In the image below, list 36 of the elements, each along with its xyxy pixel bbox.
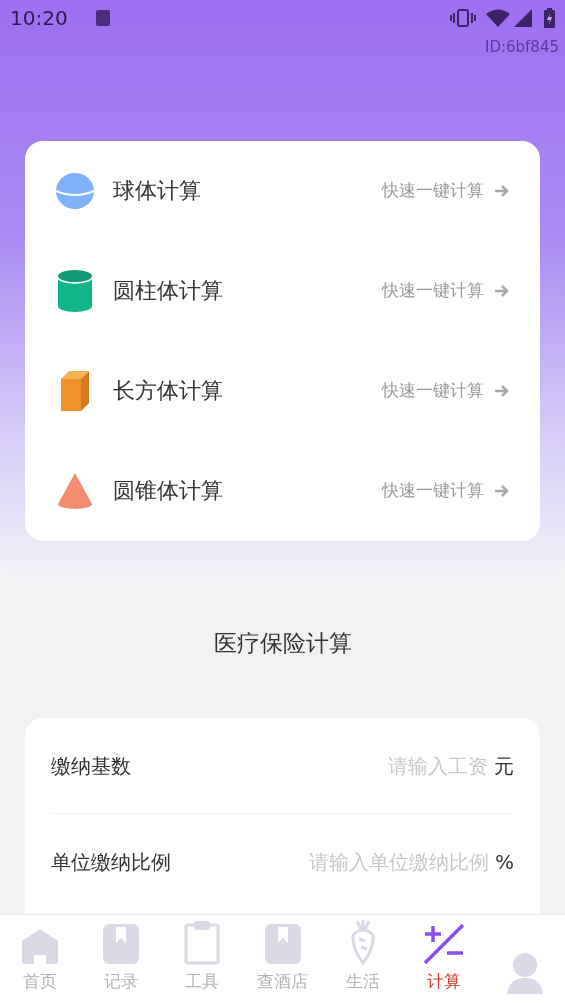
cylinder-icon	[55, 268, 95, 313]
nav-tab[interactable]: 计算	[403, 915, 485, 1004]
quick-calc-label: 快速一键计算	[382, 378, 484, 402]
quick-calc-label: 快速一键计算	[382, 178, 484, 202]
id-label: ID:6bf845	[485, 37, 559, 58]
arrow-right-icon	[494, 283, 510, 298]
shape-title: 长方体计算	[113, 377, 223, 405]
clipboard-icon	[183, 918, 220, 965]
battery-icon	[544, 8, 555, 28]
shape-title: 圆柱体计算	[113, 277, 223, 305]
shape-title: 圆锥体计算	[113, 477, 223, 505]
shape-row[interactable]: 圆柱体计算 快速一键计算	[25, 240, 540, 341]
section-title: 医疗保险计算	[213, 628, 352, 658]
vibrate-icon	[450, 9, 476, 27]
bookmark-icon	[102, 922, 141, 965]
wifi-icon	[486, 9, 510, 27]
unit-label: 元	[494, 752, 514, 780]
status-time: 10:20	[10, 5, 68, 32]
field-label: 单位缴纳比例	[51, 849, 171, 876]
shape-title: 球体计算	[113, 177, 201, 205]
arrow-right-icon	[494, 183, 510, 198]
quick-calc-label: 快速一键计算	[382, 278, 484, 302]
unit-label: %	[495, 849, 514, 876]
signal-icon	[514, 9, 532, 27]
bookmark-icon	[263, 922, 302, 965]
shape-row[interactable]: 长方体计算 快速一键计算	[25, 340, 540, 441]
arrow-right-icon	[494, 483, 510, 498]
shape-row[interactable]: 球体计算 快速一键计算	[25, 140, 540, 241]
shape-row[interactable]: 圆锥体计算 快速一键计算	[25, 440, 540, 541]
plus-minus-icon	[422, 922, 465, 965]
arrow-right-icon	[494, 383, 510, 398]
quick-calc-label: 快速一键计算	[382, 478, 484, 502]
disc-icon	[55, 170, 95, 211]
person-icon	[504, 952, 545, 994]
field-label: 缴纳基数	[51, 752, 131, 780]
home-icon	[20, 926, 61, 965]
